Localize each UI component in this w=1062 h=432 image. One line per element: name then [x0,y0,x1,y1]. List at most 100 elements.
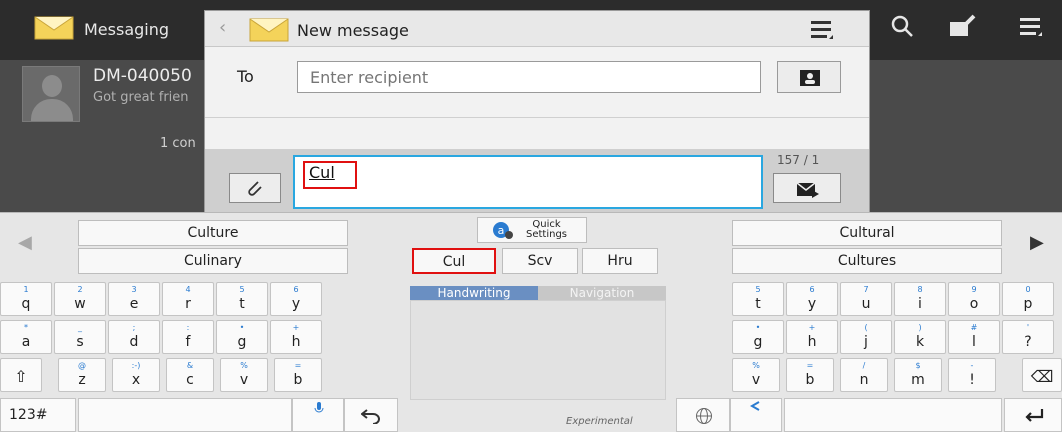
key-u[interactable]: 7u [840,282,892,316]
key-q[interactable]: 1q [0,282,52,316]
key-label: o [969,296,979,312]
send-button[interactable] [773,173,841,203]
key-y[interactable]: 6y [786,282,838,316]
key-r[interactable]: 4r [162,282,214,316]
key-t[interactable]: 5t [732,282,784,316]
key-h[interactable]: + h [786,320,838,354]
key-hint: : [186,323,190,332]
conversation-name[interactable]: DM-040050 [93,66,192,86]
enter-key[interactable] [1004,398,1062,432]
suggestion-left-1[interactable]: Culinary [78,248,348,274]
key-label: p [1023,296,1033,312]
dialog-header: ‹ New message [205,11,869,47]
space-key-right[interactable] [784,398,1002,432]
key-hint: 5 [239,285,245,294]
candidate-1[interactable]: Scv [502,248,578,274]
key-label: v [751,372,761,388]
key-hint: ) [918,323,922,332]
tab-handwriting[interactable]: Handwriting [410,286,538,300]
key-![interactable]: -! [948,358,996,392]
language-key[interactable] [676,398,730,432]
key-x[interactable]: :-) x [112,358,160,392]
handwriting-area[interactable] [410,300,666,400]
attach-button[interactable] [229,173,281,203]
key-j[interactable]: (j [840,320,892,354]
key-c[interactable]: & c [166,358,214,392]
key-v[interactable]: % v [220,358,268,392]
symbols-key[interactable]: 123# [0,398,76,432]
mic-key[interactable] [292,398,344,432]
key-label: v [239,372,249,388]
key-n[interactable]: / n [840,358,888,392]
message-envelope-icon [249,18,289,42]
key-label: n [859,372,869,388]
key-w[interactable]: 2w [54,282,106,316]
to-label: To [237,67,254,86]
key-label: g [753,334,763,350]
enter-icon [1025,409,1044,422]
key-g[interactable]: • g [732,320,784,354]
key-label: t [239,296,245,312]
dialog-title: New message [297,21,409,40]
key-z[interactable]: @ z [58,358,106,392]
paperclip-icon [248,181,262,196]
back-icon[interactable]: ‹ [219,17,226,38]
highlight-box [303,161,357,189]
key-hint: 1 [23,285,29,294]
candidate-2[interactable]: Hru [582,248,658,274]
suggestion-left-0[interactable]: Culture [78,220,348,246]
key-b[interactable]: = b [786,358,834,392]
key-e[interactable]: 3e [108,282,160,316]
menu-icon[interactable] [1018,14,1044,44]
undo-key[interactable] [344,398,398,432]
key-i[interactable]: 8i [894,282,946,316]
dialog-menu-icon[interactable] [809,17,835,46]
key-m[interactable]: $ m [894,358,942,392]
key-label: s [76,334,84,350]
arrow-left-icon[interactable]: ◀ [18,232,32,253]
key-d[interactable]: ; d [108,320,160,354]
key-label: h [807,334,817,350]
add-contact-button[interactable] [777,61,841,93]
candidate-0[interactable]: Cul [412,248,496,274]
key-?[interactable]: '? [1002,320,1054,354]
undo-icon [361,409,380,424]
key-l[interactable]: # l [948,320,1000,354]
key-g[interactable]: • g [216,320,268,354]
key-hint: = [294,361,302,370]
key-k[interactable]: ) k [894,320,946,354]
key-hint: 6 [293,285,299,294]
key-v[interactable]: % v [732,358,780,392]
suggestion-right-1[interactable]: Cultures [732,248,1002,274]
message-input[interactable]: Cul [293,155,763,209]
key-f[interactable]: :f [162,320,214,354]
backspace-key[interactable]: ⌫ [1022,358,1062,392]
cursor-left-key[interactable] [730,398,782,432]
key-hint: :-) [131,361,141,370]
key-hint: 7 [863,285,869,294]
compose-icon[interactable] [948,14,976,44]
key-h[interactable]: + h [270,320,322,354]
key-y[interactable]: 6y [270,282,322,316]
key-p[interactable]: 0p [1002,282,1054,316]
svg-text:a: a [498,224,505,237]
key-o[interactable]: 9o [948,282,1000,316]
key-hint: 5 [755,285,761,294]
tab-navigation[interactable]: Navigation [538,286,666,300]
key-label: e [129,296,139,312]
key-hint: 8 [917,285,923,294]
key-label: g [237,334,247,350]
key-label: c [186,372,194,388]
search-icon[interactable] [890,14,914,44]
space-key-left[interactable] [78,398,292,432]
key-label: y [291,296,301,312]
key-a[interactable]: * a [0,320,52,354]
recipient-input[interactable] [297,61,761,93]
key-s[interactable]: _ s [54,320,106,354]
suggestion-right-0[interactable]: Cultural [732,220,1002,246]
key-t[interactable]: 5t [216,282,268,316]
arrow-right-icon[interactable]: ▶ [1030,232,1044,253]
quick-settings-button[interactable]: a Quick Settings [477,217,587,243]
key-b[interactable]: = b [274,358,322,392]
shift-key[interactable]: ⇧ [0,358,42,392]
